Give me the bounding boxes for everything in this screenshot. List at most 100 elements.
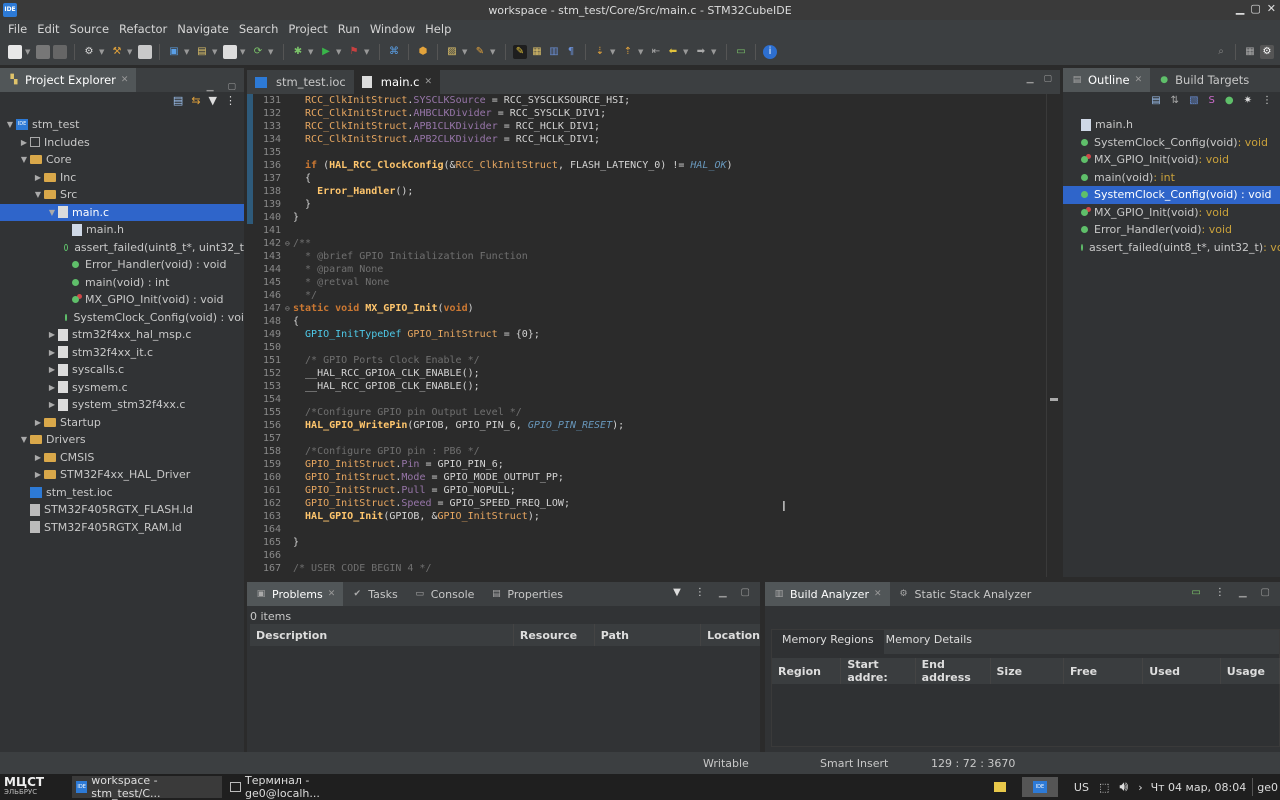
menu-search[interactable]: Search bbox=[239, 22, 279, 36]
search-binary-icon[interactable]: ⌘ bbox=[387, 45, 401, 59]
tab-memory-regions[interactable]: Memory Regions bbox=[772, 630, 884, 654]
tree-item[interactable]: ▶ syscalls.c bbox=[0, 361, 244, 379]
tree-item[interactable]: MX_GPIO_Init(void) : void bbox=[0, 291, 244, 309]
outline-item[interactable]: MX_GPIO_Init(void) : void bbox=[1063, 204, 1280, 222]
gear-icon[interactable]: ⚙ bbox=[82, 45, 96, 59]
tree-item[interactable]: ▶ sysmem.c bbox=[0, 379, 244, 397]
chevron-right-icon[interactable]: ▶ bbox=[46, 400, 58, 409]
chevron-right-icon[interactable]: ▶ bbox=[18, 138, 30, 147]
minimize-icon[interactable]: ▁ bbox=[1236, 2, 1244, 15]
folder-open-icon[interactable]: ▤ bbox=[195, 45, 209, 59]
perspective-debug-icon[interactable]: ⚙ bbox=[1260, 44, 1274, 59]
open-type-icon[interactable]: ▨ bbox=[445, 45, 459, 59]
fold-icon[interactable] bbox=[285, 107, 293, 120]
new-project-icon[interactable]: ▣ bbox=[167, 45, 181, 59]
maximize-icon[interactable]: ▢ bbox=[1250, 2, 1260, 15]
tree-item[interactable]: ▶ CMSIS bbox=[0, 449, 244, 467]
minimize-view-icon[interactable]: ▁ bbox=[1239, 587, 1247, 598]
view-menu-icon[interactable]: ⋮ bbox=[1215, 587, 1225, 598]
external-tools-icon[interactable]: ⚑ bbox=[347, 45, 361, 59]
outline-item[interactable]: main(void) : int bbox=[1063, 169, 1280, 187]
tab-outline[interactable]: ▤ Outline ✕ bbox=[1063, 68, 1151, 92]
maximize-view-icon[interactable]: ▢ bbox=[1043, 74, 1052, 84]
outline-item[interactable]: SystemClock_Config(void) : void bbox=[1063, 186, 1280, 204]
menu-run[interactable]: Run bbox=[338, 22, 360, 36]
tree-item[interactable]: STM32F405RGTX_RAM.ld bbox=[0, 519, 244, 537]
col-endaddress[interactable]: End address bbox=[915, 658, 991, 684]
task-workspace[interactable]: IDE workspace - stm_test/C... bbox=[72, 774, 222, 800]
fold-icon[interactable] bbox=[285, 380, 293, 393]
outline-item[interactable]: MX_GPIO_Init(void) : void bbox=[1063, 151, 1280, 169]
volume-icon[interactable]: 🔊︎ bbox=[1119, 779, 1128, 795]
outline-item[interactable]: main.h bbox=[1063, 116, 1280, 134]
fold-icon[interactable] bbox=[285, 341, 293, 354]
tab-problems[interactable]: ▣ Problems ✕ bbox=[247, 582, 344, 606]
debug-icon[interactable]: ✱ bbox=[291, 45, 305, 59]
fold-icon[interactable] bbox=[285, 172, 293, 185]
code-editor[interactable]: 131 RCC_ClkInitStruct. SYSCLKSource = RCC… bbox=[247, 94, 1046, 577]
col-startaddre[interactable]: Start addre: bbox=[840, 658, 916, 684]
outline-item[interactable]: SystemClock_Config(void) : void bbox=[1063, 134, 1280, 152]
fold-icon[interactable] bbox=[285, 445, 293, 458]
terminal-icon[interactable]: ▭ bbox=[734, 45, 748, 59]
tree-item[interactable]: stm_test.ioc bbox=[0, 484, 244, 502]
save-all-icon[interactable] bbox=[53, 44, 67, 59]
link-editor-icon[interactable]: ⇆ bbox=[191, 94, 200, 107]
fold-icon[interactable] bbox=[285, 146, 293, 159]
tab-main-c[interactable]: main.c ✕ bbox=[353, 70, 441, 94]
fold-icon[interactable] bbox=[285, 419, 293, 432]
tree-item[interactable]: ▼ Drivers bbox=[0, 431, 244, 449]
fold-icon[interactable] bbox=[285, 471, 293, 484]
fold-icon[interactable] bbox=[285, 510, 293, 523]
tree-item[interactable]: ▼ Core bbox=[0, 151, 244, 169]
tree-item[interactable]: main.h bbox=[0, 221, 244, 239]
hide-nonpublic-icon[interactable]: ● bbox=[1225, 95, 1234, 106]
col-usage[interactable]: Usage bbox=[1220, 658, 1280, 684]
col-path[interactable]: Path bbox=[594, 624, 702, 646]
chevron-down-icon[interactable]: ▼ bbox=[18, 155, 30, 164]
build-hammer-icon[interactable]: ⚒ bbox=[110, 45, 124, 59]
ide-tray-icon[interactable]: IDE bbox=[1021, 777, 1058, 797]
new-icon[interactable] bbox=[8, 44, 22, 59]
chevron-right-icon[interactable]: ▶ bbox=[32, 173, 44, 182]
tree-item[interactable]: ▶ STM32F4xx_HAL_Driver bbox=[0, 466, 244, 484]
back-icon[interactable]: ⬅ bbox=[666, 45, 680, 59]
tree-item[interactable]: ▶ Inc bbox=[0, 169, 244, 187]
close-icon[interactable]: ✕ bbox=[1267, 2, 1276, 15]
device-config-icon[interactable]: ⬢ bbox=[416, 45, 430, 59]
tab-build-targets[interactable]: ● Build Targets bbox=[1150, 68, 1257, 92]
col-used[interactable]: Used bbox=[1142, 658, 1221, 684]
highlight-icon[interactable]: ✎ bbox=[513, 44, 527, 59]
collapse-all-icon[interactable]: ▤ bbox=[173, 94, 183, 107]
notes-icon[interactable] bbox=[993, 782, 1006, 792]
chevron-right-icon[interactable]: ▶ bbox=[32, 453, 44, 462]
col-region[interactable]: Region bbox=[772, 658, 842, 684]
tab-memory-details[interactable]: Memory Details bbox=[884, 630, 982, 654]
tree-item[interactable]: ▶ Includes bbox=[0, 134, 244, 152]
tab-build-analyzer[interactable]: ▥ Build Analyzer ✕ bbox=[765, 582, 890, 606]
view-menu-icon[interactable]: ⋮ bbox=[695, 587, 705, 598]
tree-item[interactable]: ▶ system_stm32f4xx.c bbox=[0, 396, 244, 414]
menu-navigate[interactable]: Navigate bbox=[177, 22, 229, 36]
maximize-view-icon[interactable]: ▢ bbox=[227, 82, 236, 92]
col-free[interactable]: Free bbox=[1063, 658, 1144, 684]
menu-project[interactable]: Project bbox=[288, 22, 327, 36]
col-description[interactable]: Description bbox=[250, 624, 514, 646]
fold-icon[interactable]: ⊖ bbox=[285, 302, 293, 315]
fold-icon[interactable] bbox=[285, 94, 293, 107]
refresh-icon[interactable]: ⟳ bbox=[251, 45, 265, 59]
hide-macros-icon[interactable]: ✷ bbox=[1244, 95, 1252, 106]
chevron-right-icon[interactable]: ▶ bbox=[46, 383, 58, 392]
menu-source[interactable]: Source bbox=[70, 22, 110, 36]
chevron-right-icon[interactable]: ▶ bbox=[32, 470, 44, 479]
close-icon[interactable]: ✕ bbox=[328, 589, 336, 599]
tree-item[interactable]: STM32F405RGTX_FLASH.ld bbox=[0, 501, 244, 519]
menu-window[interactable]: Window bbox=[370, 22, 415, 36]
fold-icon[interactable] bbox=[285, 549, 293, 562]
fold-icon[interactable] bbox=[285, 406, 293, 419]
fold-icon[interactable] bbox=[285, 211, 293, 224]
clean-icon[interactable] bbox=[138, 44, 152, 59]
hide-fields-icon[interactable]: ▧ bbox=[1189, 95, 1198, 106]
tree-item[interactable]: ▼ main.c bbox=[0, 203, 244, 221]
maximize-view-icon[interactable]: ▢ bbox=[741, 587, 750, 598]
